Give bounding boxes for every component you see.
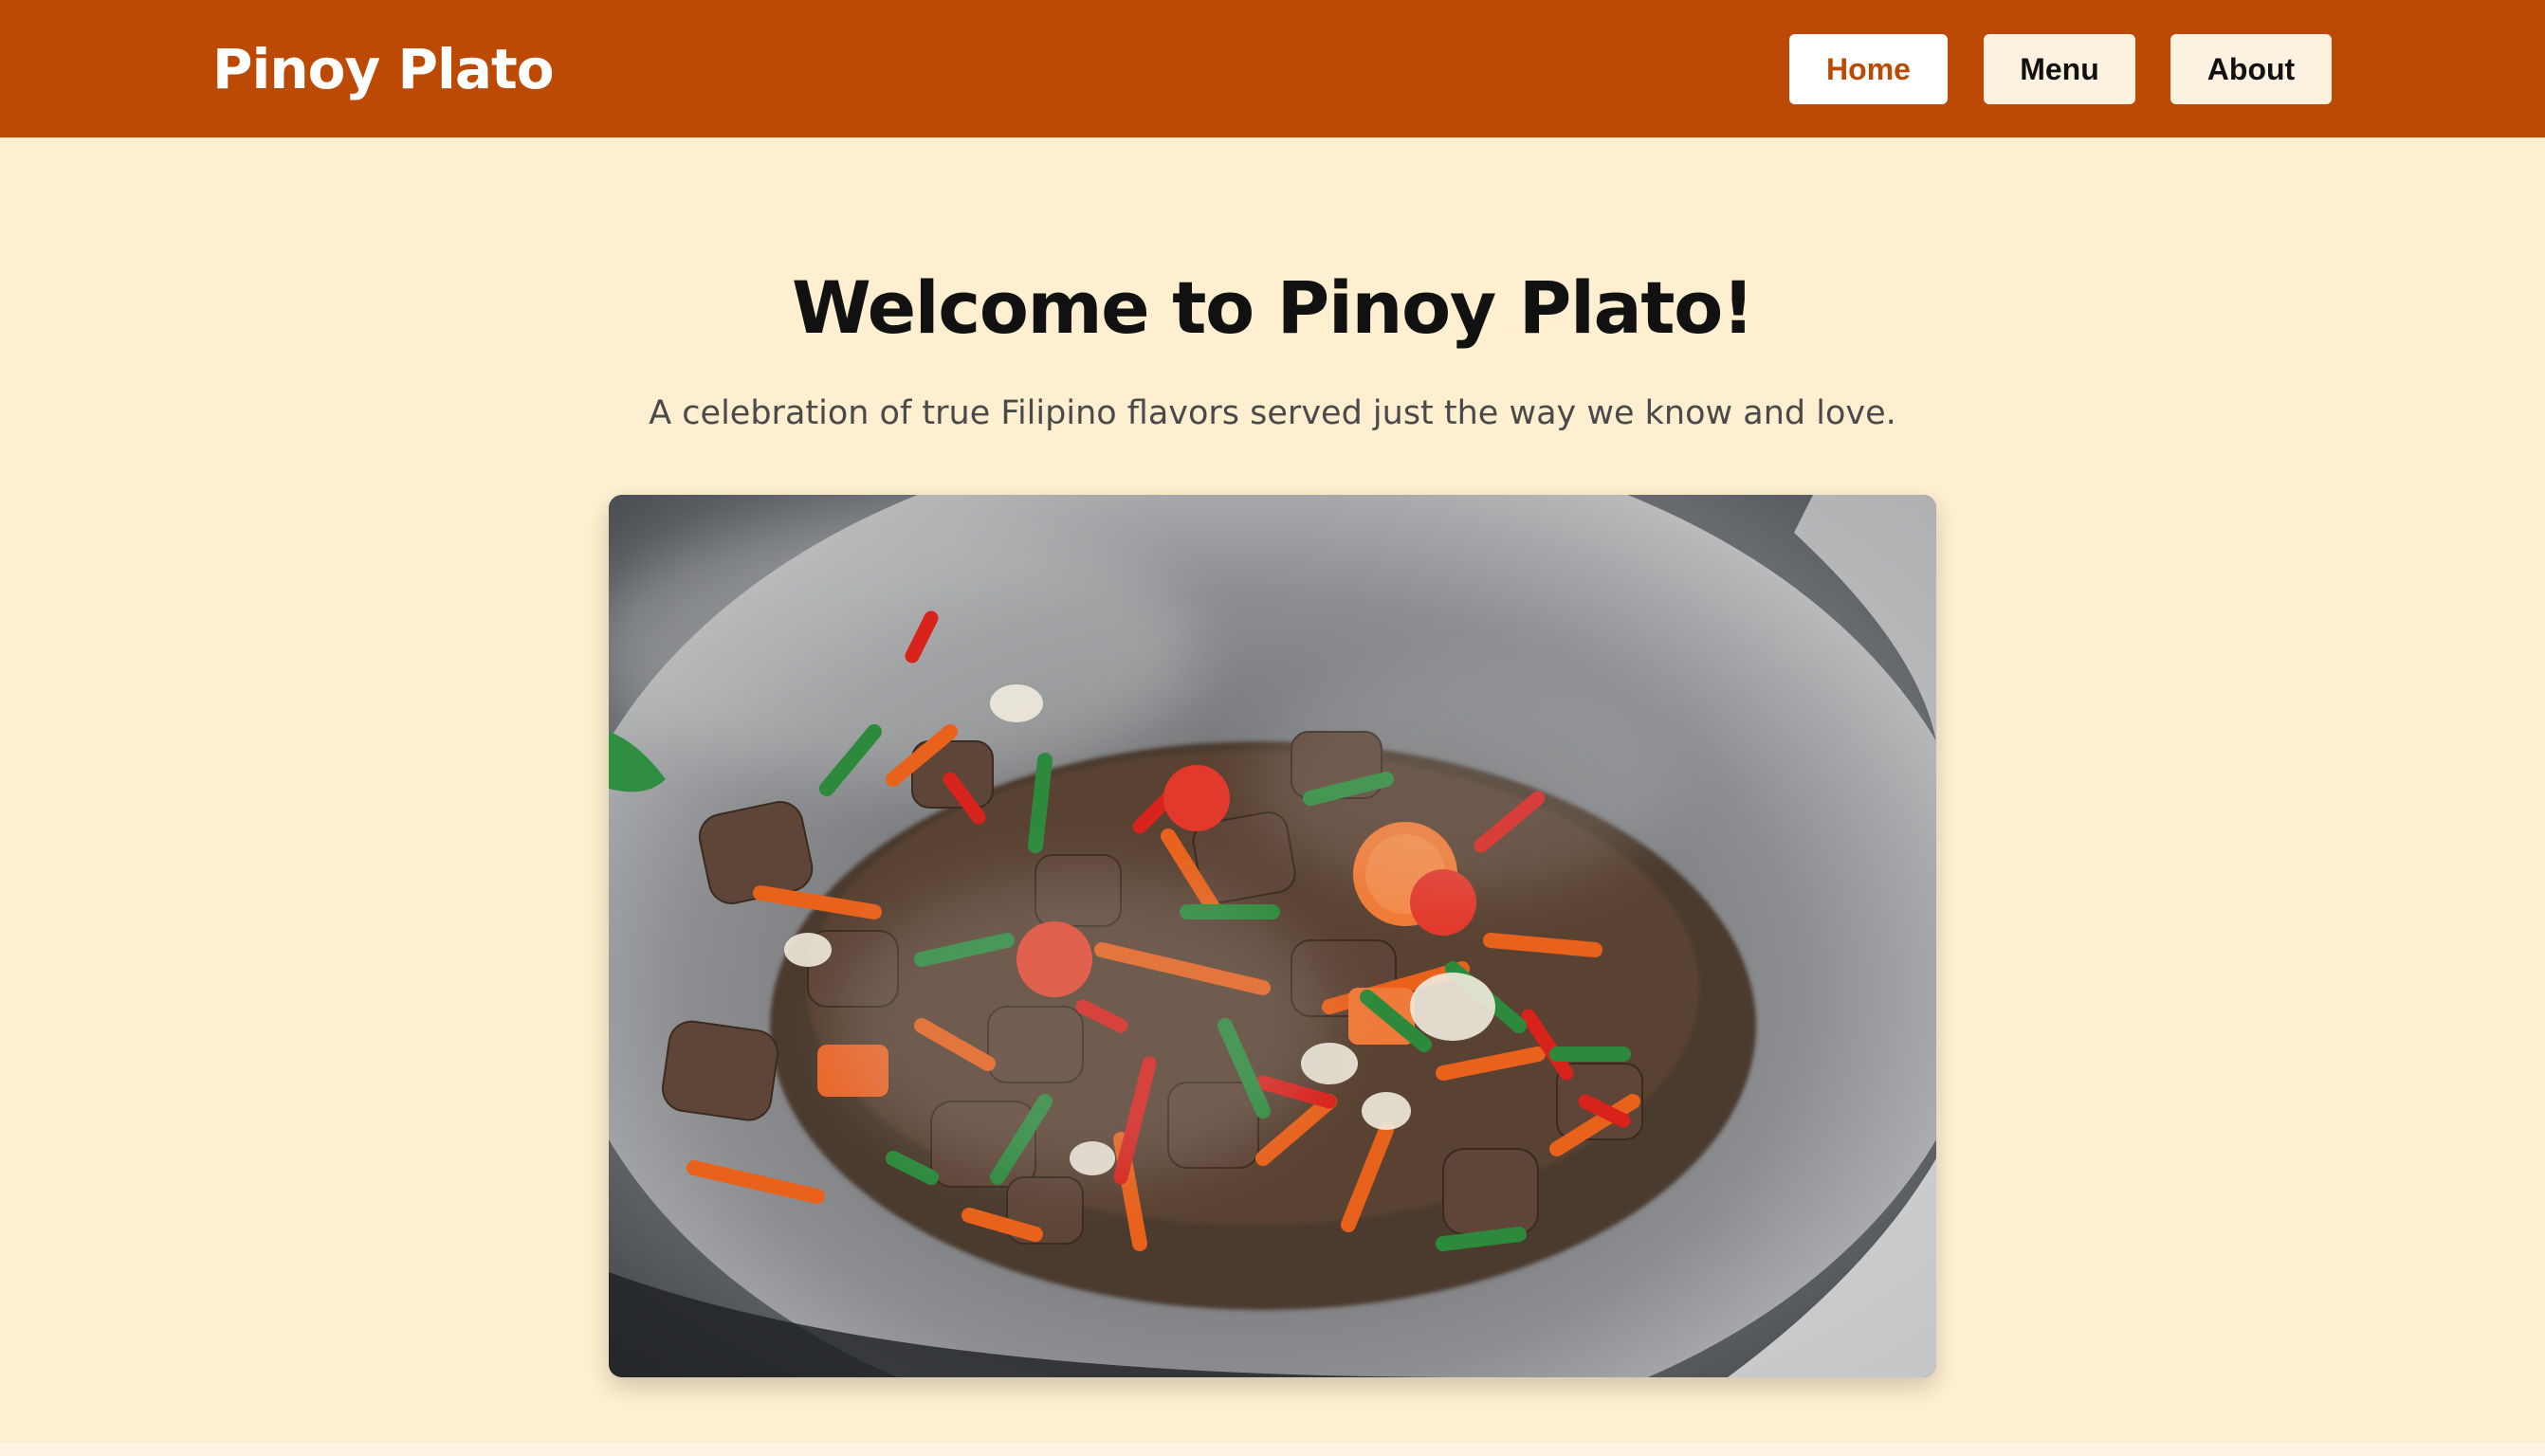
stir-fry-wok-illustration — [609, 495, 1936, 1377]
footer-divider — [0, 1443, 2545, 1456]
nav-menu-button[interactable]: Menu — [1984, 34, 2135, 104]
nav-about-button[interactable]: About — [2170, 34, 2332, 104]
main-nav: Home Menu About — [0, 34, 2545, 104]
nav-home-button[interactable]: Home — [1789, 34, 1948, 104]
hero-subtitle: A celebration of true Filipino flavors s… — [649, 394, 1896, 432]
hero-food-image — [609, 495, 1936, 1377]
hero-title: Welcome to Pinoy Plato! — [792, 265, 1755, 350]
top-navigation-bar: Pinoy Plato Home Menu About — [0, 0, 2545, 137]
